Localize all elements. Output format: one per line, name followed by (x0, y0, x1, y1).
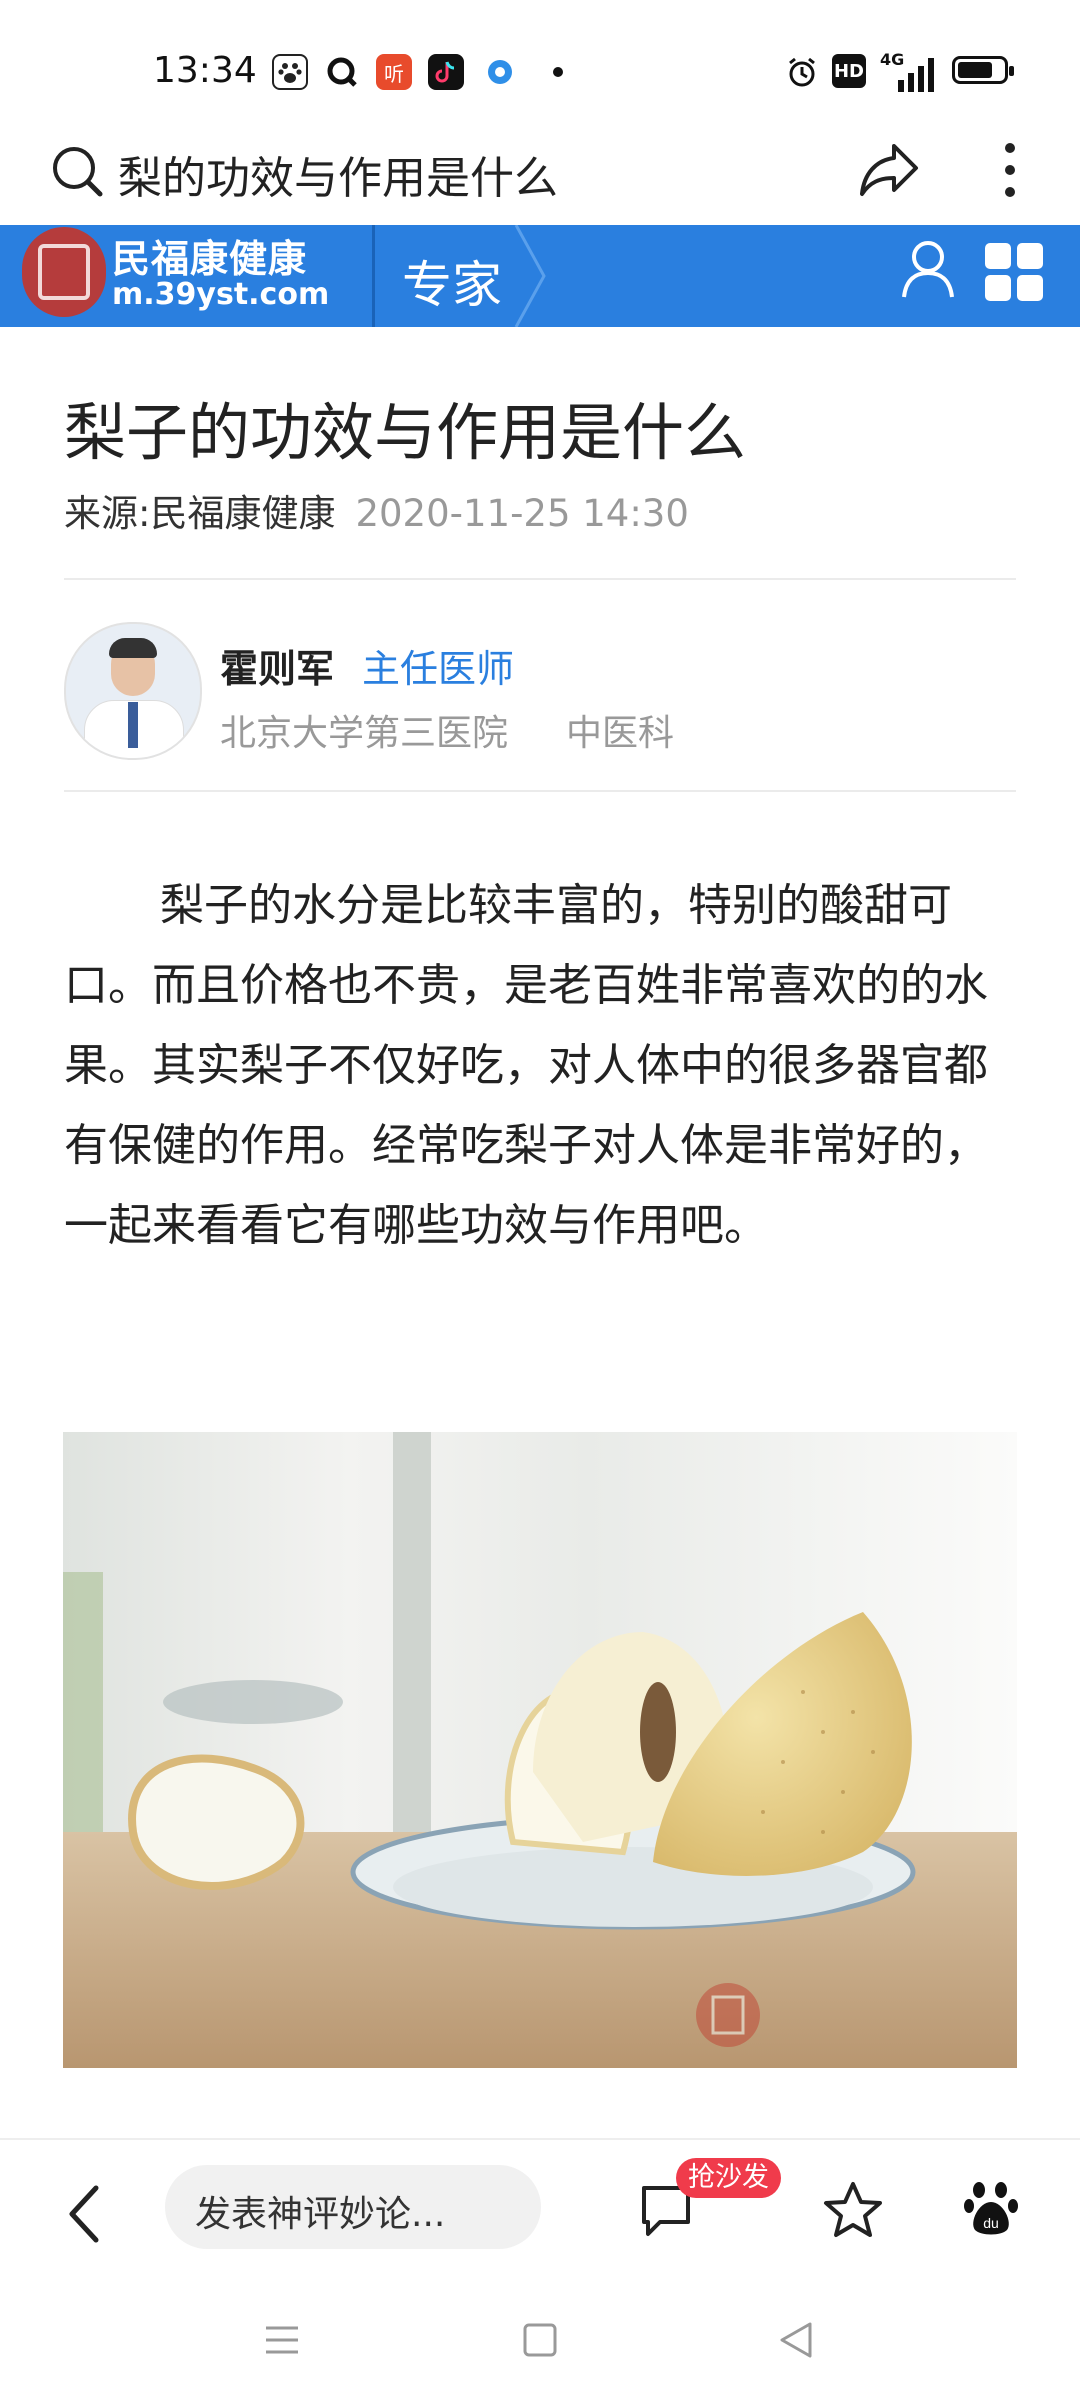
source-name[interactable]: 民福康健康 (150, 492, 335, 535)
grid-menu-icon[interactable] (985, 243, 1043, 301)
publish-date: 2020-11-25 14:30 (355, 492, 689, 535)
menu-icon[interactable] (264, 2322, 300, 2362)
bottom-bar: 发表神评妙论... 抢沙发 du (0, 2138, 1080, 2280)
site-logo-url[interactable]: m.39yst.com (112, 277, 329, 312)
home-icon[interactable] (522, 2322, 558, 2362)
search-bar: 梨的功效与作用是什么 (0, 120, 1080, 225)
paw-app-icon (272, 54, 308, 90)
comment-placeholder: 发表神评妙论... (195, 2194, 446, 2235)
svg-text:du: du (983, 2215, 999, 2231)
hd-icon: HD (832, 54, 866, 88)
site-header: 民福康健康 m.39yst.com 专家 (0, 225, 1080, 327)
dot-icon (540, 54, 576, 90)
back-triangle-icon[interactable] (778, 2320, 814, 2364)
q-app-icon (324, 54, 360, 90)
comment-input[interactable]: 发表神评妙论... (165, 2165, 541, 2249)
divider (64, 578, 1016, 580)
section-label[interactable]: 专家 (402, 245, 502, 317)
source-label: 来源: (64, 492, 151, 535)
author-title: 主任医师 (362, 647, 515, 691)
ting-app-icon: 听 (376, 54, 412, 90)
comment-badge[interactable]: 抢沙发 (676, 2158, 781, 2198)
site-logo-name[interactable]: 民福康健康 (112, 228, 307, 283)
tiktok-icon (428, 54, 464, 90)
user-icon[interactable] (900, 239, 956, 303)
divider (64, 790, 1016, 792)
status-time: 13:34 (153, 50, 257, 91)
author-department: 中医科 (566, 713, 675, 754)
watermark-logo (696, 1983, 760, 2047)
author-hospital: 北京大学第三医院 (220, 713, 509, 754)
breadcrumb-chevron-icon (514, 225, 546, 327)
article-meta: 来源:民福康健康 2020-11-25 14:30 (64, 483, 689, 537)
star-icon[interactable] (822, 2180, 884, 2244)
more-options-icon[interactable] (1000, 138, 1020, 206)
article-body: 梨子的水分是比较丰富的，特别的酸甜可口。而且价格也不贵，是老百姓非常喜欢的的水果… (64, 880, 988, 1251)
site-logo-seal[interactable] (22, 227, 106, 317)
back-arrow-icon[interactable] (64, 2182, 104, 2250)
signal-icon: 4G (880, 50, 940, 94)
hd-label: HD (833, 60, 864, 82)
share-icon[interactable] (858, 140, 922, 204)
search-icon[interactable] (50, 144, 104, 204)
author-card[interactable]: 霍则军 主任医师 北京大学第三医院 中医科 (64, 620, 1016, 760)
network-label: 4G (880, 50, 905, 69)
search-query[interactable]: 梨的功效与作用是什么 (118, 142, 558, 206)
alarm-icon (784, 54, 820, 90)
header-divider (372, 225, 375, 327)
status-bar: 13:34 听 HD 4G (0, 0, 1080, 140)
article-image (63, 1432, 1017, 2068)
baidu-paw-icon[interactable]: du (963, 2178, 1019, 2242)
browser-icon (482, 54, 518, 90)
battery-icon (952, 56, 1014, 84)
ting-app-label: 听 (384, 61, 404, 86)
article-title: 梨子的功效与作用是什么 (64, 396, 747, 469)
avatar[interactable] (64, 622, 202, 760)
system-nav-bar (0, 2280, 1080, 2400)
author-name[interactable]: 霍则军 (220, 638, 334, 693)
